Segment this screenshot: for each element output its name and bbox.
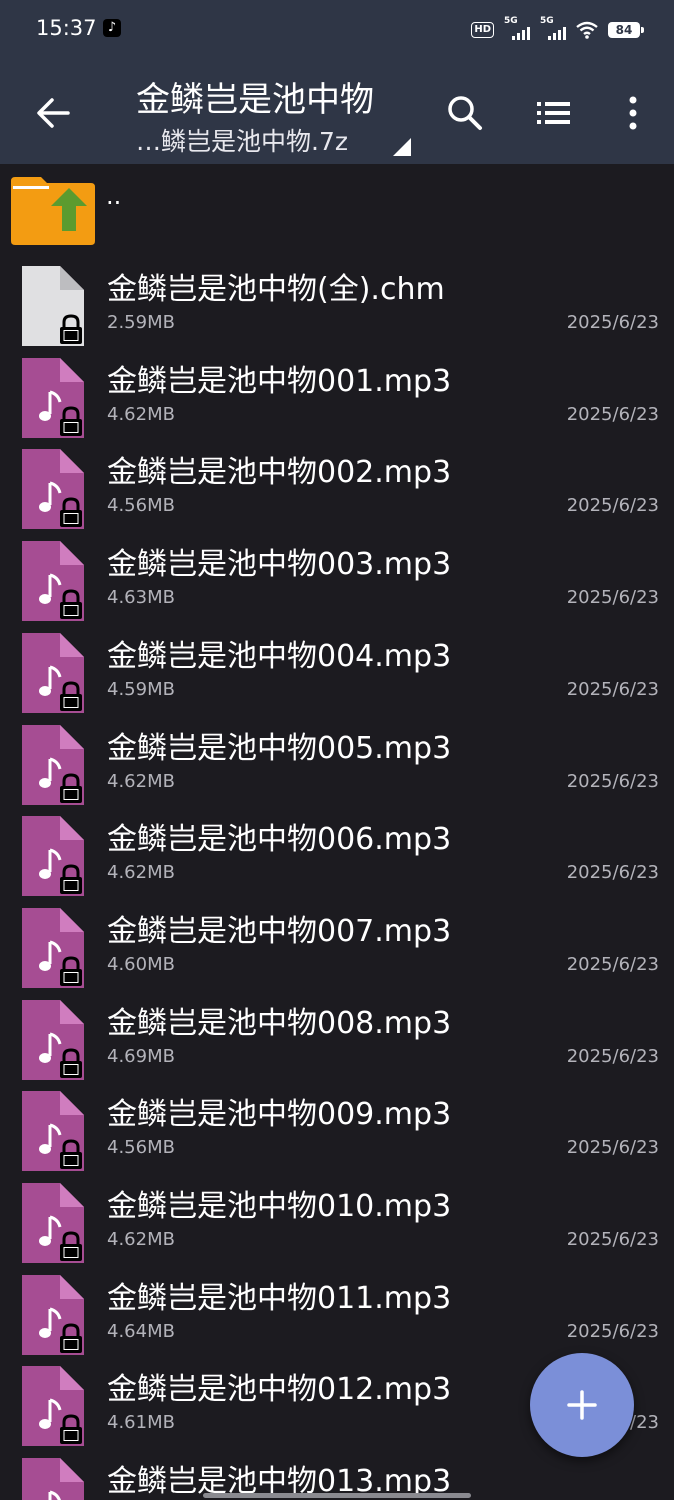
file-size: 4.62MB (107, 770, 175, 792)
file-row[interactable]: 金鳞岂是池中物002.mp3 4.56MB 2025/6/23 (0, 439, 674, 531)
file-row[interactable]: 金鳞岂是池中物007.mp3 4.60MB 2025/6/23 (0, 898, 674, 990)
wifi-icon (576, 21, 598, 39)
locked-audio-file-icon (22, 816, 84, 897)
search-icon[interactable] (440, 88, 490, 138)
add-fab-button[interactable] (530, 1353, 634, 1457)
parent-directory-label: .. (106, 182, 122, 210)
app-root: 15:37 ♪ HD 5G 5G 84 金鳞岂是池中物 …鳞岂是池中物.7z .… (0, 0, 674, 1500)
file-size: 4.62MB (107, 403, 175, 425)
locked-audio-file-icon (22, 1366, 84, 1447)
file-row[interactable]: 金鳞岂是池中物003.mp3 4.63MB 2025/6/23 (0, 531, 674, 623)
file-date: 2025/6/23 (566, 1229, 659, 1250)
file-name: 金鳞岂是池中物012.mp3 (107, 1372, 452, 1408)
file-name: 金鳞岂是池中物001.mp3 (107, 363, 452, 399)
file-name: 金鳞岂是池中物005.mp3 (107, 730, 452, 766)
tiktok-icon: ♪ (103, 19, 121, 37)
file-date: 2025/6/23 (566, 587, 659, 609)
locked-audio-file-icon (22, 1183, 84, 1263)
back-arrow-icon[interactable] (28, 88, 78, 138)
file-row[interactable]: 金鳞岂是池中物004.mp3 4.59MB 2025/6/23 (0, 623, 674, 715)
app-bar: 金鳞岂是池中物 …鳞岂是池中物.7z (0, 62, 674, 164)
status-indicators: HD 5G 5G 84 (471, 16, 644, 42)
file-date: 2025/6/23 (566, 403, 659, 425)
file-size: 4.64MB (107, 1320, 175, 1342)
locked-audio-file-icon (22, 541, 84, 622)
file-date: 2025/6/23 (566, 1320, 659, 1342)
file-size: 4.62MB (107, 862, 175, 884)
signal-icon: 5G (504, 16, 530, 40)
file-name: 金鳞岂是池中物008.mp3 (107, 1005, 452, 1041)
file-name: 金鳞岂是池中物010.mp3 (107, 1189, 452, 1224)
file-name: 金鳞岂是池中物004.mp3 (107, 638, 452, 674)
path-dropdown-icon[interactable] (393, 138, 411, 156)
file-row[interactable]: 金鳞岂是池中物011.mp3 4.64MB 2025/6/23 (0, 1265, 674, 1357)
hd-badge: HD (471, 22, 494, 38)
file-name: 金鳞岂是池中物009.mp3 (107, 1097, 452, 1133)
file-name: 金鳞岂是池中物(全).chm (107, 272, 445, 307)
plus-icon (567, 1390, 597, 1420)
file-name: 金鳞岂是池中物011.mp3 (107, 1280, 452, 1316)
file-date: 2025/6/23 (566, 1137, 659, 1159)
file-size: 4.61MB (107, 1412, 175, 1434)
file-date: 2025/6/23 (566, 953, 659, 975)
signal-label: 5G (504, 16, 518, 26)
status-bar: 15:37 ♪ HD 5G 5G 84 (0, 0, 674, 62)
locked-audio-file-icon (22, 632, 84, 713)
file-row[interactable]: 金鳞岂是池中物(全).chm 2.59MB 2025/6/23 (0, 256, 674, 348)
archive-path[interactable]: …鳞岂是池中物.7z (136, 122, 348, 158)
locked-document-icon (22, 266, 84, 346)
file-row[interactable]: 金鳞岂是池中物009.mp3 4.56MB 2025/6/23 (0, 1081, 674, 1173)
file-row[interactable]: 金鳞岂是池中物006.mp3 4.62MB 2025/6/23 (0, 806, 674, 898)
file-date: 2025/6/23 (566, 862, 659, 884)
battery-icon: 84 (608, 22, 644, 38)
locked-audio-file-icon (22, 1091, 84, 1172)
signal-label-2: 5G (540, 16, 554, 26)
list-view-icon[interactable] (528, 88, 578, 138)
file-size: 4.63MB (107, 587, 175, 609)
locked-audio-file-icon (22, 449, 84, 530)
file-size: 4.56MB (107, 1137, 175, 1159)
file-size: 4.59MB (107, 678, 175, 700)
file-row[interactable]: 金鳞岂是池中物008.mp3 4.69MB 2025/6/23 (0, 990, 674, 1082)
file-date: 2025/6/23 (566, 1045, 659, 1067)
gesture-nav-handle[interactable] (203, 1493, 471, 1498)
file-name: 金鳞岂是池中物003.mp3 (107, 547, 452, 583)
file-date: 2025/6/23 (566, 312, 659, 333)
locked-audio-file-icon (22, 1458, 84, 1500)
locked-audio-file-icon (22, 907, 84, 988)
file-date: 2025/6/23 (566, 495, 659, 517)
status-time: 15:37 (36, 16, 97, 40)
signal-icon-2: 5G (540, 16, 566, 40)
file-name: 金鳞岂是池中物007.mp3 (107, 913, 452, 949)
folder-up-icon (11, 177, 95, 245)
file-size: 4.62MB (107, 1229, 175, 1250)
file-date: 2025/6/23 (566, 678, 659, 700)
file-row[interactable]: 金鳞岂是池中物005.mp3 4.62MB 2025/6/23 (0, 715, 674, 807)
file-name: 金鳞岂是池中物002.mp3 (107, 455, 452, 491)
locked-audio-file-icon (22, 1274, 84, 1355)
locked-audio-file-icon (22, 724, 84, 805)
file-size: 4.56MB (107, 495, 175, 517)
parent-directory-row[interactable]: .. (0, 164, 674, 250)
page-title: 金鳞岂是池中物 (136, 80, 374, 120)
file-name: 金鳞岂是池中物006.mp3 (107, 822, 452, 858)
file-date: 2025/6/23 (566, 770, 659, 792)
file-size: 2.59MB (107, 312, 175, 333)
locked-audio-file-icon (22, 357, 84, 438)
file-row[interactable]: 金鳞岂是池中物001.mp3 4.62MB 2025/6/23 (0, 348, 674, 440)
file-size: 4.69MB (107, 1045, 175, 1067)
file-size: 4.60MB (107, 953, 175, 975)
more-vertical-icon[interactable] (608, 88, 658, 138)
file-row[interactable]: 金鳞岂是池中物010.mp3 4.62MB 2025/6/23 (0, 1173, 674, 1265)
locked-audio-file-icon (22, 999, 84, 1080)
